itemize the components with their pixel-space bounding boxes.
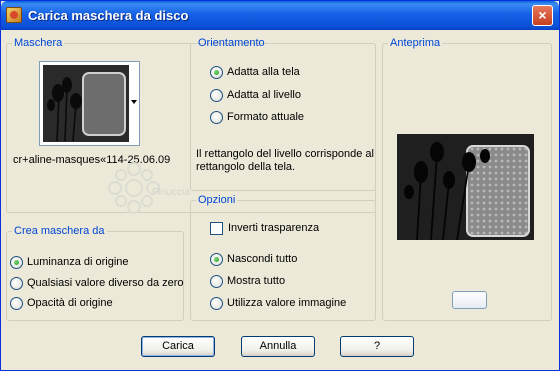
orientation-option-current-size[interactable]: Formato attuale (210, 109, 304, 125)
orientation-option-fit-layer[interactable]: Adatta al livello (210, 87, 301, 103)
orientation-option-label: Formato attuale (227, 111, 305, 123)
create-option-label: Qualsiasi valore diverso da zero (27, 277, 184, 289)
mask-picker[interactable] (39, 61, 140, 146)
orientation-description: Il rettangolo del livello corrisponde al… (196, 148, 374, 173)
options-hide-all[interactable]: Nascondi tutto (210, 251, 297, 267)
invert-transparency-checkbox[interactable]: Inverti trasparenza (210, 220, 319, 236)
radio-icon (210, 88, 223, 102)
dialog-window: Carica maschera da disco × Maschera cr+a… (0, 0, 560, 371)
create-option-label: Luminanza di origine (27, 256, 129, 268)
create-option-label: Opacità di origine (27, 297, 113, 309)
preview-toggle-button[interactable] (452, 291, 487, 309)
preview-group-legend: Anteprima (390, 37, 441, 49)
create-option-source-opacity[interactable]: Opacità di origine (10, 295, 113, 311)
radio-icon (10, 296, 23, 310)
orientation-option-label: Adatta alla tela (227, 66, 300, 78)
radio-selected-icon (10, 255, 23, 269)
options-option-label: Nascondi tutto (227, 253, 298, 265)
radio-icon (210, 296, 223, 310)
checkbox-icon (210, 221, 223, 235)
orientation-option-fit-canvas[interactable]: Adatta alla tela (210, 64, 300, 80)
invert-transparency-label: Inverti trasparenza (228, 222, 320, 234)
window-title: Carica maschera da disco (28, 8, 189, 23)
watermark-label: Pinuccia (152, 187, 190, 198)
radio-icon (10, 276, 23, 290)
options-option-label: Utilizza valore immagine (227, 297, 347, 309)
title-bar[interactable]: Carica maschera da disco × (1, 1, 559, 30)
radio-selected-icon (210, 252, 223, 266)
radio-selected-icon (210, 65, 223, 79)
close-icon: × (538, 7, 547, 23)
cancel-button[interactable]: Annulla (241, 336, 315, 357)
app-icon (6, 7, 22, 23)
options-show-all[interactable]: Mostra tutto (210, 273, 285, 289)
help-button[interactable]: ? (340, 336, 414, 357)
options-use-image-value[interactable]: Utilizza valore immagine (210, 295, 346, 311)
orientation-group-legend: Orientamento (198, 37, 265, 49)
chevron-down-icon[interactable] (131, 100, 137, 104)
create-option-source-luminance[interactable]: Luminanza di origine (10, 254, 129, 270)
close-button[interactable]: × (532, 5, 553, 26)
create-mask-group-legend: Crea maschera da (14, 225, 105, 237)
preview-image (397, 134, 534, 240)
mask-group-legend: Maschera (14, 37, 63, 49)
radio-icon (210, 274, 223, 288)
orientation-option-label: Adatta al livello (227, 89, 301, 101)
options-group-legend: Opzioni (198, 194, 236, 206)
create-option-any-nonzero[interactable]: Qualsiasi valore diverso da zero (10, 275, 184, 291)
mask-thumbnail (43, 65, 129, 142)
options-option-label: Mostra tutto (227, 275, 286, 287)
radio-icon (210, 110, 223, 124)
load-button[interactable]: Carica (141, 336, 215, 357)
